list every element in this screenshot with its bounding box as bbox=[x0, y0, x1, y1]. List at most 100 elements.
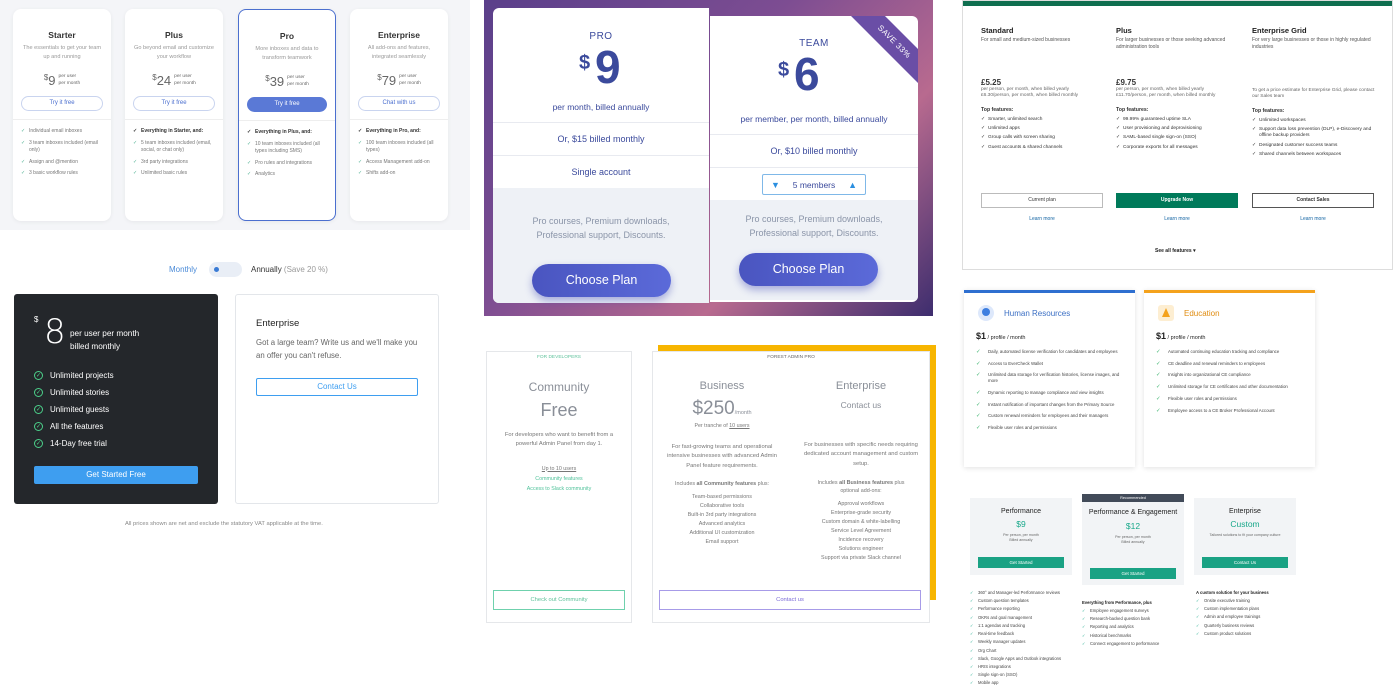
feature-item: Employee access to a CE Broker Professio… bbox=[1156, 408, 1303, 415]
feature-list: Onsite executive training Custom implemen… bbox=[1196, 598, 1300, 636]
feature-item: Service Level Agreement bbox=[831, 528, 891, 535]
plan-button[interactable]: Upgrade Now bbox=[1116, 193, 1238, 208]
plan-button[interactable]: Current plan bbox=[981, 193, 1103, 208]
toggle-annually-label[interactable]: Annually (Save 20 %) bbox=[251, 265, 328, 274]
plan-title: Business bbox=[699, 380, 745, 392]
feature-list: Individual email inboxes 3 team inboxes i… bbox=[21, 128, 103, 178]
increase-arrow-icon[interactable]: ▲ bbox=[848, 180, 857, 190]
plan-button[interactable]: Contact Sales bbox=[1252, 193, 1374, 208]
learn-more-link[interactable]: Learn more bbox=[1116, 216, 1238, 222]
plan-column-2: Enterprise Grid For very large businesses… bbox=[1252, 26, 1378, 222]
feature-item: Approval workflows bbox=[837, 501, 885, 508]
feature-item: SAML-based single sign-on (SSO) bbox=[1116, 135, 1242, 141]
toggle-knob bbox=[214, 267, 219, 272]
feature-item: Access Management add-on bbox=[358, 159, 440, 167]
divider bbox=[239, 120, 335, 122]
plan-price: $ 9 bbox=[579, 41, 621, 93]
plan-column-0: Standard For small and medium-sized busin… bbox=[981, 26, 1107, 222]
feature-item: Smarter, unlimited search bbox=[981, 117, 1107, 123]
engagement-features: Everything from Performance, plus Employ… bbox=[1082, 600, 1192, 649]
price-period: per user per month bbox=[58, 74, 81, 87]
plan-price: Custom bbox=[1230, 519, 1260, 529]
feature-item: Flexible user roles and permissions bbox=[976, 425, 1123, 432]
member-stepper[interactable]: ▼ 5 members ▲ bbox=[762, 174, 866, 195]
try-button[interactable]: Chat with us bbox=[358, 96, 440, 112]
contact-us-button[interactable]: Contact Us bbox=[256, 378, 418, 396]
community-features-link[interactable]: Community features bbox=[487, 476, 631, 482]
get-started-free-button[interactable]: Get Started Free bbox=[34, 466, 198, 484]
education-card: Education $1 / profile / month Automated… bbox=[1144, 290, 1315, 467]
feature-item: 10 team inboxes included (all types incl… bbox=[247, 141, 327, 156]
plan-title: Starter bbox=[48, 30, 76, 40]
feature-list: Everything in Plus, and: 10 team inboxes … bbox=[247, 129, 327, 179]
contact-us-button[interactable]: Contact us bbox=[659, 590, 921, 610]
feature-item: Group calls with screen sharing bbox=[981, 135, 1107, 141]
pricing-panel-slack: Standard For small and medium-sized busin… bbox=[962, 0, 1393, 270]
feature-list: Employee engagement surveys Research-back… bbox=[1082, 608, 1192, 646]
decrease-arrow-icon[interactable]: ▼ bbox=[771, 180, 780, 190]
get-started-button[interactable]: Get Started bbox=[978, 557, 1064, 568]
feature-list: Smarter, unlimited search Unlimited apps G… bbox=[981, 117, 1107, 151]
feature-item: ✓ Unlimited stories bbox=[34, 388, 110, 397]
plan-card-pro: Pro More inboxes and data to transform te… bbox=[238, 9, 336, 221]
feature-item: Assign and @mention bbox=[21, 159, 103, 167]
plan-price bbox=[1252, 78, 1378, 88]
feature-item: Enterprise-grade security bbox=[830, 510, 892, 517]
pricing-panel-evercheck: Human Resources $1 / profile / month Dai… bbox=[962, 290, 1315, 473]
team-choose-plan-button[interactable]: Choose Plan bbox=[739, 253, 878, 286]
plan-title: Enterprise Grid bbox=[1252, 26, 1307, 35]
divider bbox=[13, 119, 111, 121]
pro-choose-plan-button[interactable]: Choose Plan bbox=[532, 264, 671, 297]
feature-item: Pro rules and integrations bbox=[247, 160, 327, 168]
feature-list: ✓ Unlimited projects ✓ Unlimited stories ✓ Un… bbox=[34, 367, 114, 452]
billing-toggle[interactable] bbox=[209, 262, 242, 277]
feature-item: Unlimited storage for CE certificates an… bbox=[1156, 384, 1303, 391]
feature-item: Custom domain & white-labelling bbox=[821, 519, 901, 526]
feature-item: Employee engagement surveys bbox=[1082, 608, 1192, 613]
feature-header: Everything in Starter, and: bbox=[133, 128, 215, 136]
feature-item: User provisioning and deprovisioning bbox=[1116, 126, 1242, 132]
plan-price: Free bbox=[540, 400, 578, 420]
plan-description: For developers who want to benefit from … bbox=[504, 432, 614, 448]
plan-description: For businesses with specific needs requi… bbox=[803, 442, 919, 467]
get-started-button[interactable]: Get Started bbox=[1090, 568, 1176, 579]
plan-price: £9.75 bbox=[1116, 78, 1137, 87]
plan-title: Performance & Engagement bbox=[1088, 509, 1178, 516]
plan-card-starter: Starter The essentials to get your team u… bbox=[13, 9, 111, 221]
learn-more-link[interactable]: Learn more bbox=[1252, 216, 1374, 222]
feature-header: Everything in Pro, and: bbox=[358, 128, 440, 136]
price-value: $24 bbox=[152, 73, 172, 88]
education-icon bbox=[1158, 305, 1174, 321]
plan-price: $12 bbox=[1125, 521, 1141, 532]
feature-item: 3 basic workflow rules bbox=[21, 170, 103, 178]
check-out-community-button[interactable]: Check out Community bbox=[493, 590, 625, 610]
plan-price: $79 per user per month bbox=[358, 72, 440, 90]
learn-more-link[interactable]: Learn more bbox=[981, 216, 1103, 222]
price-period: per user per month bbox=[174, 74, 196, 87]
contact-us-button[interactable]: Contact Us bbox=[1202, 557, 1288, 568]
user-limit: Up to 10 users bbox=[541, 465, 577, 472]
plan-card-plus: Plus Go beyond email and customize your w… bbox=[125, 9, 223, 221]
plan-description: Go beyond email and customize your workf… bbox=[134, 45, 214, 60]
toggle-monthly-label[interactable]: Monthly bbox=[169, 265, 197, 274]
slack-community-link[interactable]: Access to Slack community bbox=[487, 486, 631, 492]
feature-item: Corporate exports for all messages bbox=[1116, 145, 1242, 151]
monthly-alternative: Or, $15 billed monthly bbox=[493, 122, 709, 155]
try-button[interactable]: Try it free bbox=[21, 96, 103, 112]
plan-price: $9 per user per month bbox=[21, 72, 103, 90]
hr-icon bbox=[978, 305, 994, 321]
feature-list: Everything in Starter, and: 5 team inboxe… bbox=[133, 128, 215, 178]
feature-item: 100 team inboxes included (all types) bbox=[358, 140, 440, 155]
price-details: To get a price estimate for Enterprise G… bbox=[1252, 88, 1375, 100]
plan-title: Enterprise bbox=[835, 380, 887, 392]
feature-item: Team-based permissions bbox=[692, 493, 752, 500]
starter-plan-card: $ 8 per user per month billed monthly ✓ Un… bbox=[14, 294, 218, 504]
try-button[interactable]: Try it free bbox=[133, 96, 215, 112]
feature-item: 3 team inboxes included (email only) bbox=[21, 140, 103, 155]
business-plan: Business $250/month Per tranche of 10 us… bbox=[653, 380, 791, 547]
see-all-features-link[interactable]: See all features ▾ bbox=[1155, 248, 1196, 254]
features-heading: Top features: bbox=[1252, 108, 1285, 114]
feature-item: 5 team inboxes included (email, social, … bbox=[133, 140, 215, 155]
try-button[interactable]: Try it free bbox=[247, 97, 327, 113]
feature-item: Org Chart bbox=[970, 648, 1078, 653]
